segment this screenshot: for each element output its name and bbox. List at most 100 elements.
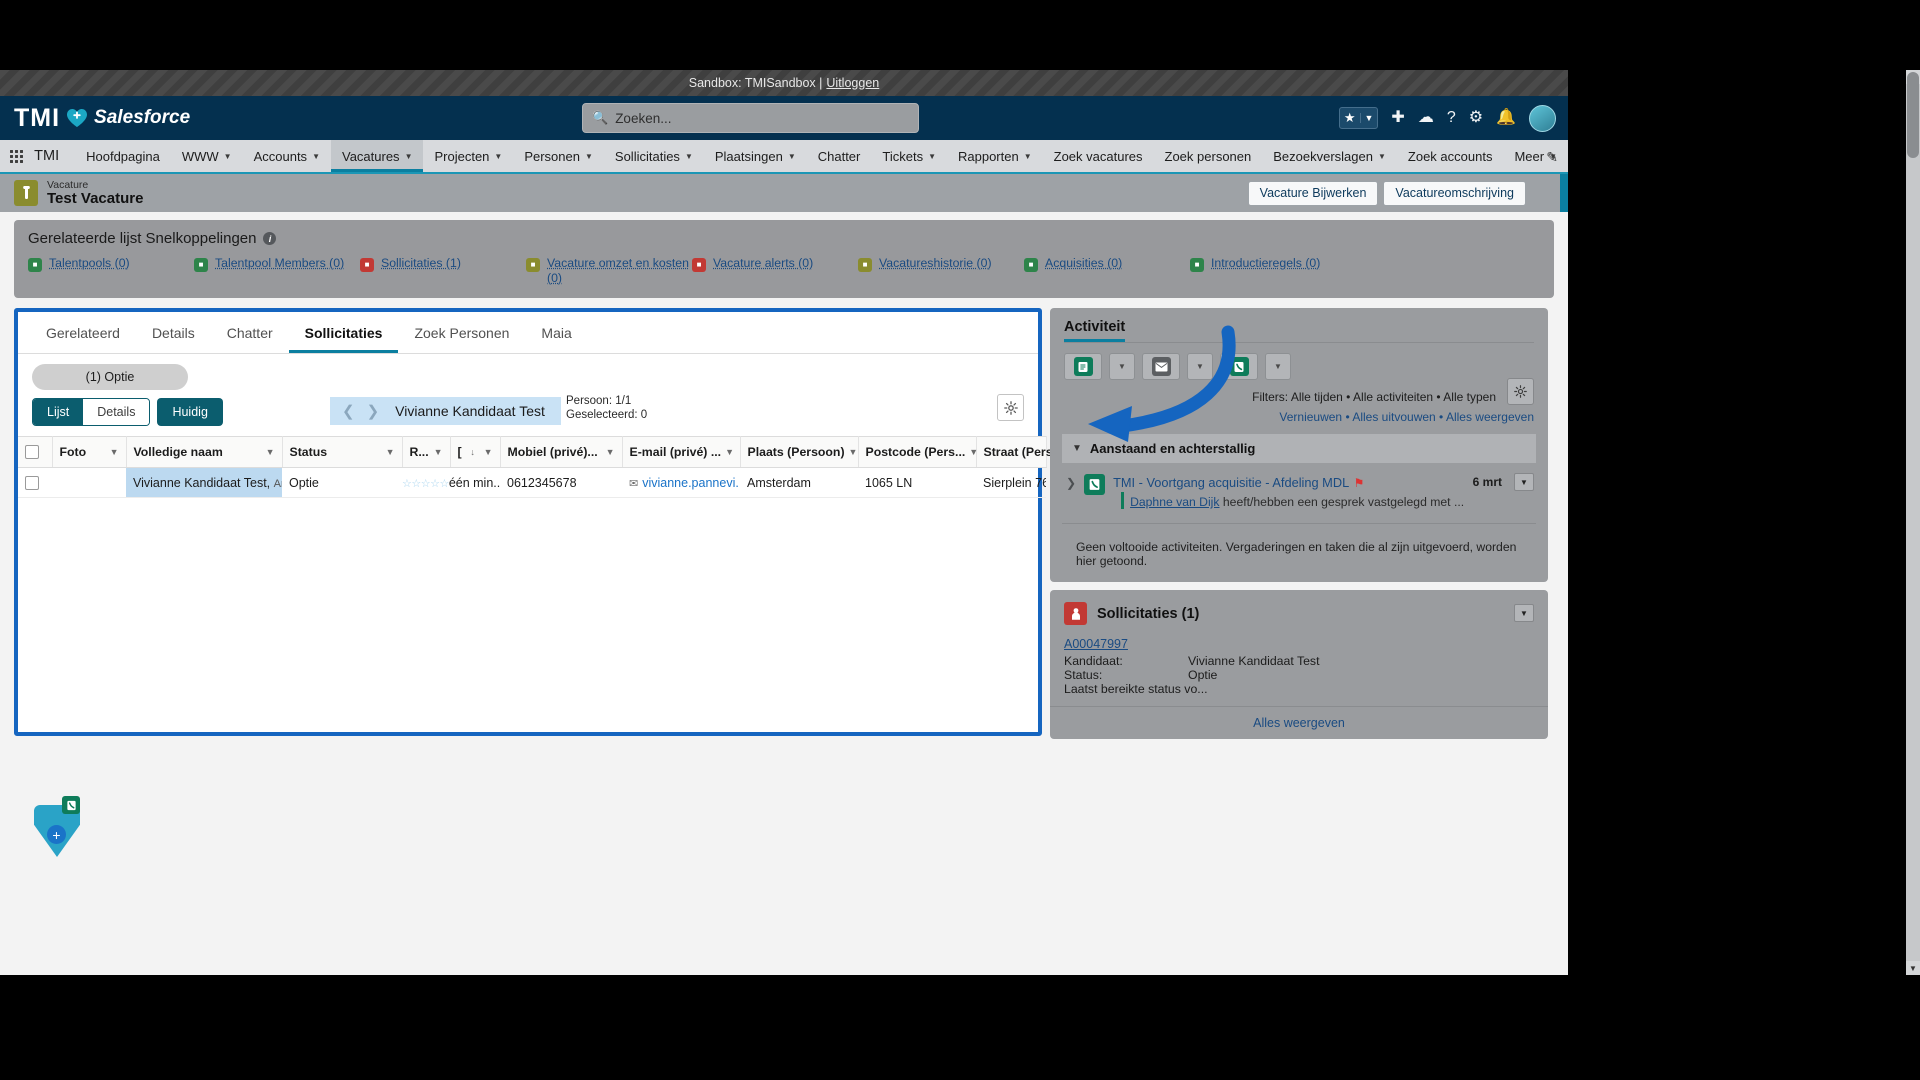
call-dropdown-button[interactable]: ▼ [1265, 353, 1291, 380]
global-search[interactable]: 🔍 [582, 103, 919, 133]
col-straat[interactable]: Straat (Persc [976, 436, 1059, 468]
chevron-down-icon[interactable]: ▼ [494, 152, 502, 161]
cloud-icon[interactable]: ☁ [1418, 110, 1434, 126]
tab-sollicitaties[interactable]: Sollicitaties [289, 312, 399, 353]
help-icon[interactable]: ? [1447, 110, 1456, 126]
email-dropdown-button[interactable]: ▼ [1187, 353, 1213, 380]
quicklink-label[interactable]: Sollicitaties (1) [381, 256, 461, 271]
chevron-down-icon[interactable]: ▼ [928, 152, 936, 161]
tab-maia[interactable]: Maia [525, 312, 587, 353]
col-rating[interactable]: R... ▼ [402, 436, 451, 468]
chevron-down-icon[interactable]: ▼ [788, 152, 796, 161]
quicklink-item[interactable]: ■ Talentpools (0) [28, 256, 194, 272]
record-name-link[interactable]: Vivianne Kandidaat Test, [133, 476, 270, 490]
nav-item-vacatures[interactable]: Vacatures ▼ [330, 140, 424, 172]
quicklink-label[interactable]: Introductieregels (0) [1211, 256, 1320, 271]
quicklink-item[interactable]: ■ Sollicitaties (1) [360, 256, 526, 272]
star-icon[interactable]: ★ [1340, 110, 1360, 126]
panel-toggle-handle[interactable] [1560, 174, 1568, 212]
info-icon[interactable]: i [263, 232, 277, 245]
activity-filter-gear-icon[interactable] [1507, 378, 1534, 405]
chevron-down-icon[interactable]: ▼ [1024, 152, 1032, 161]
nav-item-zoek-accounts[interactable]: Zoek accounts [1397, 140, 1504, 172]
edit-nav-pencil-icon[interactable]: ✎ [1546, 140, 1558, 174]
quicklink-item[interactable]: ■ Introductieregels (0) [1190, 256, 1356, 272]
cell-volledige-naam[interactable]: Vivianne Kandidaat Test, Amsterd [126, 467, 282, 498]
chevron-down-icon[interactable]: ▼ [685, 152, 693, 161]
page-scrollbar[interactable]: ▲ ▼ [1906, 70, 1920, 975]
table-row[interactable]: Vivianne Kandidaat Test, Amsterd Optie ☆… [18, 467, 1046, 498]
chevron-down-icon[interactable]: ▼ [725, 447, 734, 457]
quicklink-label[interactable]: Vacature omzet en kosten (0) [547, 256, 692, 286]
col-plaats[interactable]: Plaats (Persoon) ▼ [740, 436, 859, 468]
search-input[interactable] [615, 110, 909, 126]
nav-item-hoofdpagina[interactable]: Hoofdpagina [75, 140, 171, 172]
favorites-control[interactable]: ★ ▼ [1338, 107, 1379, 129]
huidig-button[interactable]: Huidig [157, 398, 223, 426]
quicklink-label[interactable]: Talentpools (0) [49, 256, 130, 271]
quicklink-label[interactable]: Talentpool Members (0) [215, 256, 344, 271]
col-status[interactable]: Status ▼ [282, 436, 403, 468]
quicklink-label[interactable]: Acquisities (0) [1045, 256, 1122, 271]
expand-chevron-right-icon[interactable]: ❯ [1066, 474, 1076, 509]
nav-item-accounts[interactable]: Accounts ▼ [243, 140, 331, 172]
nav-item-chatter[interactable]: Chatter [807, 140, 872, 172]
nav-item-personen[interactable]: Personen ▼ [513, 140, 604, 172]
scroll-down-icon[interactable]: ▼ [1906, 961, 1920, 975]
new-email-button[interactable] [1142, 353, 1180, 380]
list-settings-gear-icon[interactable] [997, 394, 1024, 421]
logout-link[interactable]: Uitloggen [826, 76, 879, 90]
tab-zoek-personen[interactable]: Zoek Personen [398, 312, 525, 353]
sollicitaties-card-menu-button[interactable]: ▼ [1514, 604, 1534, 622]
email-link[interactable]: vivianne.pannevi... [642, 476, 740, 490]
sort-arrow-icon[interactable]: ↓ [470, 447, 475, 457]
nav-item-www[interactable]: WWW ▼ [171, 140, 243, 172]
quicklink-label[interactable]: Vacatureshistorie (0) [879, 256, 992, 271]
chevron-down-icon[interactable]: ▼ [606, 447, 615, 457]
tab-activiteit[interactable]: Activiteit [1064, 319, 1125, 342]
chevron-down-icon[interactable]: ▼ [312, 152, 320, 161]
new-task-button[interactable] [1064, 353, 1102, 380]
nav-item-projecten[interactable]: Projecten ▼ [423, 140, 513, 172]
vacature-bijwerken-button[interactable]: Vacature Bijwerken [1247, 180, 1379, 206]
chevron-down-icon[interactable]: ▼ [110, 447, 119, 457]
col-email[interactable]: E-mail (privé) ... ▼ [622, 436, 741, 468]
floating-action-cluster[interactable]: + [34, 796, 80, 857]
tab-chatter[interactable]: Chatter [211, 312, 289, 353]
task-dropdown-button[interactable]: ▼ [1109, 353, 1135, 380]
col-sorted[interactable]: [↓ ▼ [450, 436, 501, 468]
nav-item-bezoekverslagen[interactable]: Bezoekverslagen ▼ [1262, 140, 1397, 172]
next-record-icon[interactable]: ❯ [365, 402, 382, 420]
avatar[interactable] [1529, 104, 1556, 132]
chevron-down-icon[interactable]: ▼ [386, 447, 395, 457]
nav-item-plaatsingen[interactable]: Plaatsingen ▼ [704, 140, 807, 172]
chevron-down-icon[interactable]: ▼ [484, 447, 493, 457]
nav-item-zoek-vacatures[interactable]: Zoek vacatures [1043, 140, 1154, 172]
activity-item-title[interactable]: TMI - Voortgang acquisitie - Afdeling MD… [1113, 475, 1349, 490]
notifications-bell-icon[interactable]: 🔔 [1496, 110, 1516, 126]
add-icon[interactable]: + [47, 825, 66, 844]
call-badge-icon[interactable] [62, 796, 80, 814]
view-details-button[interactable]: Details [83, 399, 150, 425]
add-icon[interactable]: ✚ [1391, 110, 1404, 126]
quicklink-item[interactable]: ■ Talentpool Members (0) [194, 256, 360, 272]
app-name[interactable]: TMI [32, 140, 75, 172]
quicklink-label[interactable]: Vacature alerts (0) [713, 256, 813, 271]
chevron-down-icon[interactable]: ▼ [434, 447, 443, 457]
link-alles-uitvouwen[interactable]: Alles uitvouwen [1352, 410, 1435, 424]
filter-pill[interactable]: (1) Optie [32, 364, 188, 390]
link-alles-weergeven[interactable]: Alles weergeven [1446, 410, 1534, 424]
log-call-button[interactable] [1220, 353, 1258, 380]
quicklink-item[interactable]: ■ Acquisities (0) [1024, 256, 1190, 272]
chevron-down-icon[interactable]: ▼ [1378, 152, 1386, 161]
vacatureomschrijving-button[interactable]: Vacatureomschrijving [1383, 180, 1526, 206]
quicklink-item[interactable]: ■ Vacature alerts (0) [692, 256, 858, 272]
chevron-down-icon[interactable]: ▼ [405, 152, 413, 161]
nav-item-rapporten[interactable]: Rapporten ▼ [947, 140, 1043, 172]
chevron-down-icon[interactable]: ▼ [849, 447, 858, 457]
tab-details[interactable]: Details [136, 312, 211, 353]
scrollbar-thumb[interactable] [1907, 72, 1919, 158]
nav-item-meer[interactable]: Meer ▼ [1503, 140, 1568, 172]
tab-gerelateerd[interactable]: Gerelateerd [30, 312, 136, 353]
prev-record-icon[interactable]: ❮ [340, 402, 357, 420]
